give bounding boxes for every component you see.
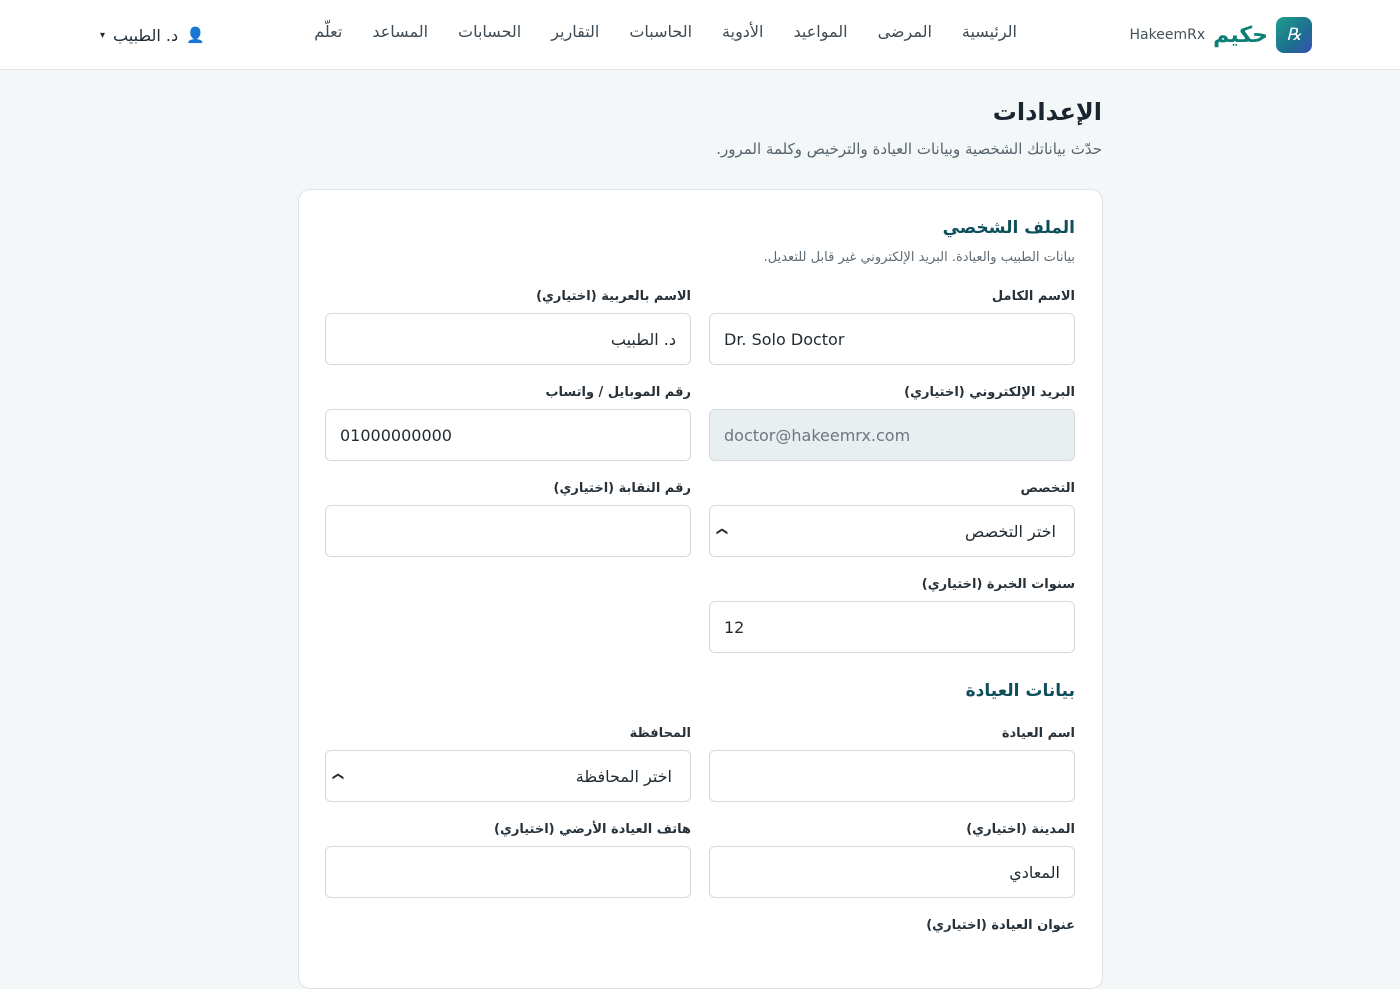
chevron-down-icon: ▾ [100,29,106,41]
clinic-name-input[interactable] [709,750,1075,802]
brand-name-ar: حكيم [1213,22,1268,48]
mobile-input[interactable] [325,409,691,461]
city-input[interactable] [709,846,1075,898]
governorate-selected-value: اختر المحافظة [575,766,672,786]
page-title: الإعدادات [992,98,1102,126]
specialty-label: التخصص [1020,481,1075,496]
user-icon: 👤 [186,26,205,44]
nav-calculators[interactable]: الحاسبات [629,22,692,48]
arabic-name-label: الاسم بالعربية (اختياري) [536,289,691,304]
address-label: عنوان العيادة (اختياري) [926,918,1075,933]
page-subtitle: حدّث بياناتك الشخصية وبيانات العيادة وال… [716,140,1102,158]
main-nav: الرئيسية المرضى المواعيد الأدوية الحاسبا… [314,22,1017,48]
governorate-select[interactable]: اختر المحافظة ❯ [325,750,691,802]
specialty-select[interactable]: اختر التخصص ❯ [709,505,1075,557]
user-menu[interactable]: 👤 د. الطبيب ▾ [100,22,205,48]
rx-logo-icon: ℞ [1276,17,1312,53]
profile-section-subtitle: بيانات الطبيب والعيادة. البريد الإلكترون… [763,250,1075,265]
experience-input[interactable] [709,601,1075,653]
settings-card: الملف الشخصي بيانات الطبيب والعيادة. الب… [298,189,1103,989]
profile-section-title: الملف الشخصي [942,218,1075,238]
arabic-name-input[interactable] [325,313,691,365]
governorate-label: المحافظة [629,726,691,741]
clinic-name-label: اسم العيادة [1001,726,1075,741]
user-name: د. الطبيب [113,25,179,45]
chevron-down-icon: ❯ [332,771,346,781]
landline-input[interactable] [325,846,691,898]
nav-medicines[interactable]: الأدوية [722,22,763,48]
email-label: البريد الإلكتروني (اختياري) [904,385,1075,400]
brand-name-en: HakeemRx [1129,27,1206,43]
landline-label: هاتف العيادة الأرضي (اختياري) [494,822,691,837]
experience-label: سنوات الخبرة (اختياري) [921,577,1075,592]
top-navbar: ℞ حكيم HakeemRx الرئيسية المرضى المواعيد… [0,0,1400,70]
mobile-label: رقم الموبايل / واتساب [545,385,691,400]
brand[interactable]: ℞ حكيم HakeemRx [1130,17,1312,53]
full-name-label: الاسم الكامل [991,289,1075,304]
full-name-input[interactable] [709,313,1075,365]
nav-appointments[interactable]: المواعيد [794,22,848,48]
chevron-down-icon: ❯ [716,526,730,536]
nav-assistant[interactable]: المساعد [372,22,428,48]
email-input [709,409,1075,461]
nav-reports[interactable]: التقارير [551,22,599,48]
city-label: المدينة (اختياري) [966,822,1075,837]
specialty-selected-value: اختر التخصص [964,521,1056,541]
nav-home[interactable]: الرئيسية [962,22,1017,48]
nav-learn[interactable]: تعلّم [314,22,342,48]
syndicate-label: رقم النقابة (اختياري) [553,481,692,496]
syndicate-input[interactable] [325,505,691,557]
clinic-section-title: بيانات العيادة [965,681,1075,701]
nav-accounts[interactable]: الحسابات [458,22,521,48]
nav-patients[interactable]: المرضى [878,22,932,48]
